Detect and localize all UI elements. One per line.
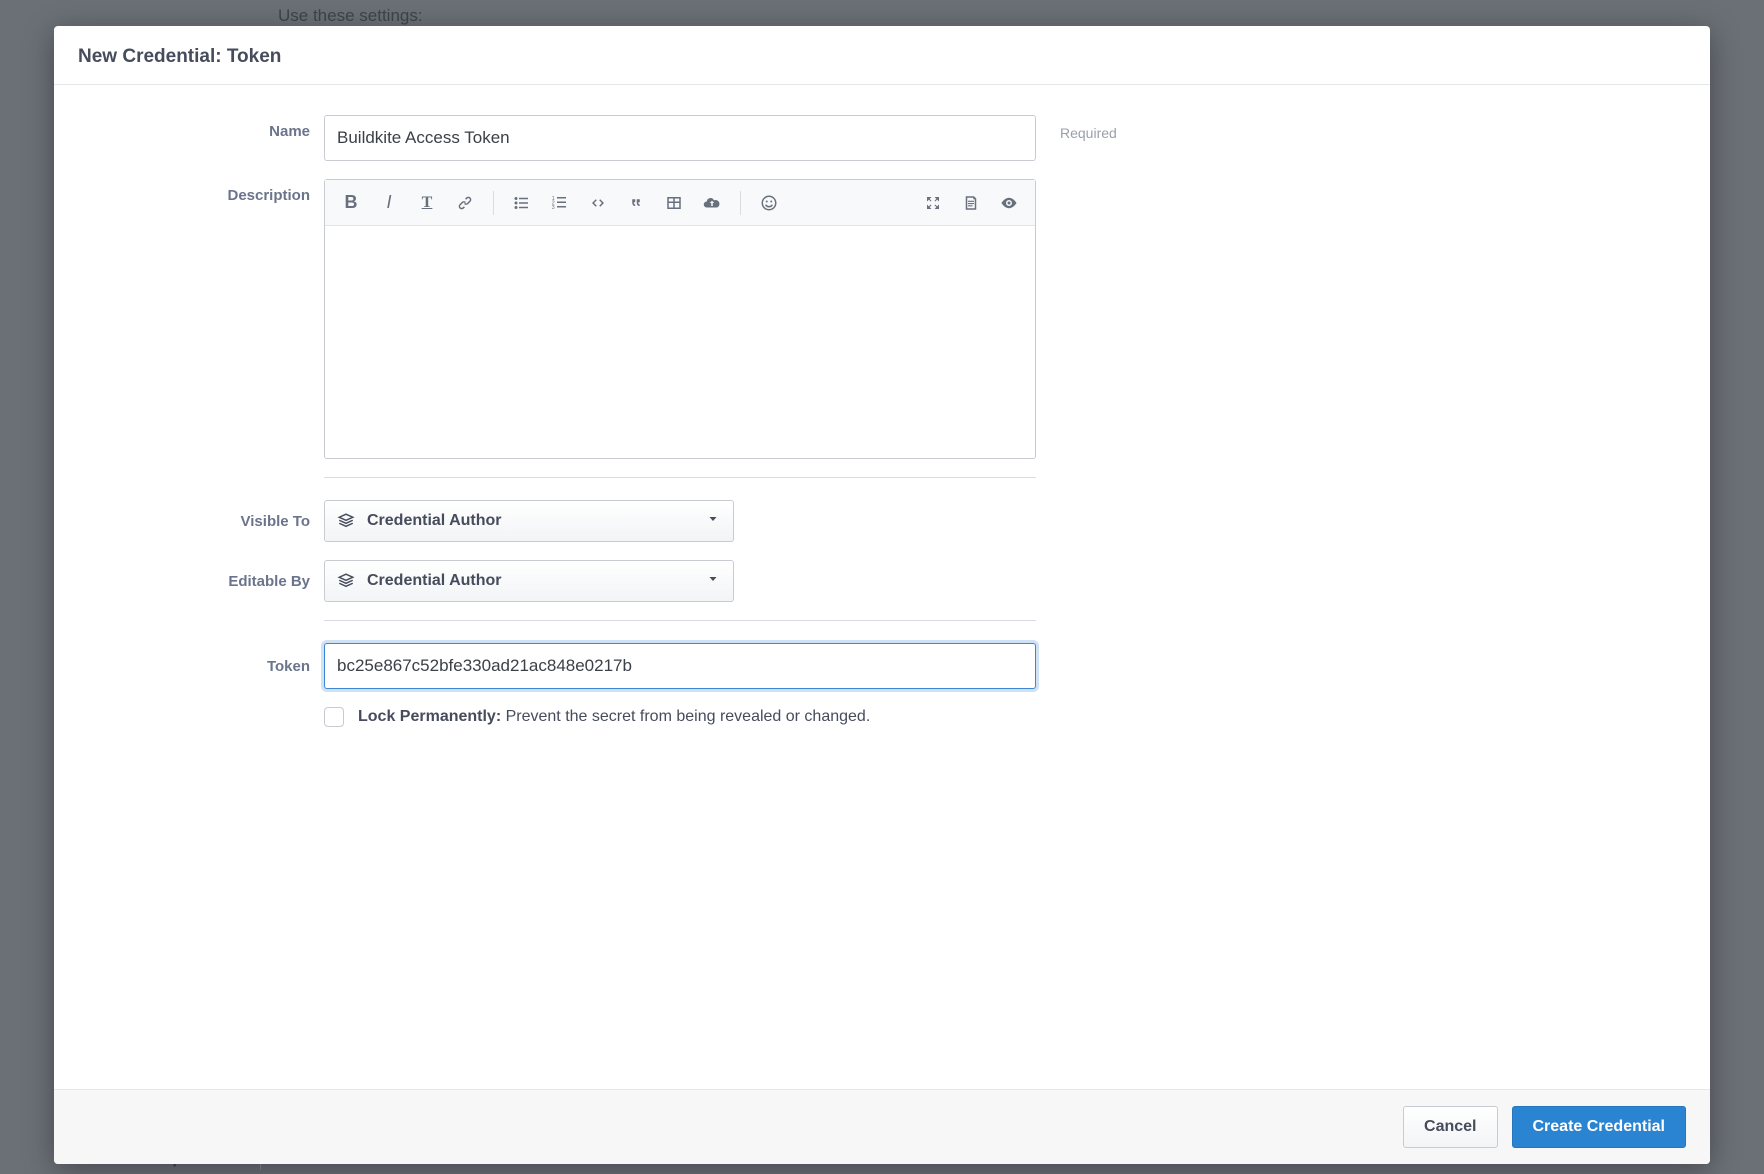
lock-permanently-label: Lock Permanently: [358,708,501,725]
fullscreen-button[interactable] [917,187,949,219]
svg-text:3: 3 [552,205,555,211]
editable-by-label: Editable By [78,573,324,590]
modal-footer: Cancel Create Credential [54,1089,1710,1164]
upload-button[interactable] [696,187,728,219]
bullet-list-button[interactable] [506,187,538,219]
modal-title: New Credential: Token [78,46,1686,68]
chevron-down-icon [707,512,719,530]
section-divider [324,477,1036,478]
name-label: Name [78,115,324,140]
numbered-list-button[interactable]: 123 [544,187,576,219]
toolbar-separator [493,191,494,215]
lock-permanently-row: Lock Permanently: Prevent the secret fro… [324,707,1036,727]
link-button[interactable] [449,187,481,219]
help-button[interactable] [955,187,987,219]
modal-body: Name Required Description B I T [54,85,1710,1089]
editable-by-value: Credential Author [367,572,502,590]
visible-to-select[interactable]: Credential Author [324,500,734,542]
visible-to-label: Visible To [78,513,324,530]
editable-by-select[interactable]: Credential Author [324,560,734,602]
policy-icon [337,572,355,590]
visible-to-value: Credential Author [367,512,502,530]
modal-backdrop: Use these settings: Depends On Type anot… [0,0,1764,1174]
lock-permanently-checkbox[interactable] [324,707,344,727]
create-credential-button[interactable]: Create Credential [1512,1106,1687,1148]
description-textarea[interactable] [325,226,1035,458]
preview-button[interactable] [993,187,1025,219]
token-label: Token [78,658,324,675]
table-button[interactable] [658,187,690,219]
bold-button[interactable]: B [335,187,367,219]
policy-icon [337,512,355,530]
quote-button[interactable] [620,187,652,219]
name-input[interactable] [324,115,1036,161]
chevron-down-icon [707,572,719,590]
emoji-button[interactable] [753,187,785,219]
italic-button[interactable]: I [373,187,405,219]
modal-header: New Credential: Token [54,26,1710,85]
name-required-text: Required [1036,115,1117,141]
description-label: Description [78,179,324,204]
token-input[interactable] [324,643,1036,689]
cancel-button[interactable]: Cancel [1403,1106,1497,1148]
section-divider [324,620,1036,621]
code-block-button[interactable] [582,187,614,219]
lock-permanently-desc-text: Prevent the secret from being revealed o… [506,708,871,725]
toolbar-separator [740,191,741,215]
background-hint-top: Use these settings: [278,6,423,26]
new-credential-modal: New Credential: Token Name Required Desc… [54,26,1710,1164]
editor-toolbar: B I T 123 [325,180,1035,226]
description-editor: B I T 123 [324,179,1036,459]
monospace-button[interactable]: T [411,187,443,219]
